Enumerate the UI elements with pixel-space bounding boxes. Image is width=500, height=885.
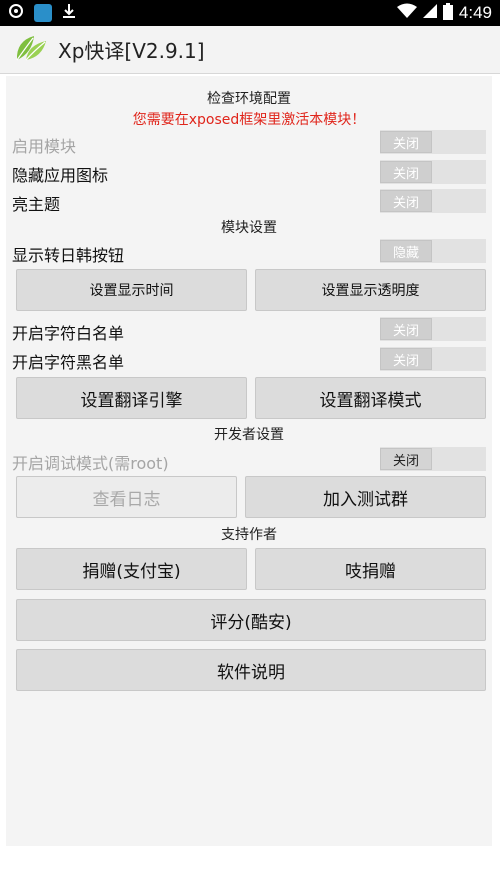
rate-coolapk-button[interactable]: 评分(酷安) — [16, 599, 486, 641]
manual-button[interactable]: 软件说明 — [16, 649, 486, 691]
toggle-knob: 关闭 — [380, 448, 432, 470]
leaf-logo-icon — [14, 33, 48, 67]
set-translation-mode-button[interactable]: 设置翻译模式 — [255, 377, 486, 419]
section-title-env: 检查环境配置 — [207, 91, 291, 107]
show-jk-button-label: 显示转日韩按钮 — [12, 246, 125, 265]
hide-icon-label: 隐藏应用图标 — [12, 166, 109, 185]
light-theme-toggle[interactable]: 关闭 — [380, 189, 486, 213]
show-jk-button-toggle[interactable]: 隐藏 — [380, 239, 486, 263]
settings-ring-icon — [8, 3, 24, 23]
toggle-knob: 关闭 — [380, 190, 432, 212]
signal-icon — [422, 3, 437, 23]
warning-message: 您需要在xposed框架里激活本模块！ — [132, 112, 366, 128]
blacklist-label: 开启字符黑名单 — [12, 353, 125, 372]
blacklist-toggle[interactable]: 关闭 — [380, 347, 486, 371]
donate-other-button[interactable]: 吱捐赠 — [255, 548, 486, 590]
join-test-group-button[interactable]: 加入测试群 — [245, 476, 486, 518]
enable-module-label: 启用模块 — [12, 137, 77, 156]
debug-mode-label: 开启调试模式(需root) — [12, 454, 169, 473]
section-title-support: 支持作者 — [221, 527, 277, 543]
status-time: 4:49 — [458, 3, 492, 22]
set-translation-engine-button[interactable]: 设置翻译引擎 — [16, 377, 247, 419]
section-title-module: 模块设置 — [221, 220, 277, 236]
whitelist-label: 开启字符白名单 — [12, 324, 125, 343]
battery-icon — [442, 2, 453, 24]
toggle-knob: 关闭 — [380, 348, 432, 370]
section-title-dev: 开发者设置 — [214, 427, 284, 443]
toggle-knob: 关闭 — [380, 318, 432, 340]
set-display-time-button[interactable]: 设置显示时间 — [16, 269, 247, 311]
app-title: Xp快译[V2.9.1] — [58, 39, 205, 63]
app-notification-icon — [34, 4, 52, 22]
hide-icon-toggle[interactable]: 关闭 — [380, 160, 486, 184]
set-display-opacity-button[interactable]: 设置显示透明度 — [255, 269, 486, 311]
toggle-knob: 关闭 — [380, 131, 432, 153]
toggle-knob: 关闭 — [380, 161, 432, 183]
download-icon — [62, 3, 76, 23]
whitelist-toggle[interactable]: 关闭 — [380, 317, 486, 341]
enable-module-toggle[interactable]: 关闭 — [380, 130, 486, 154]
donate-alipay-button[interactable]: 捐赠(支付宝) — [16, 548, 247, 590]
wifi-icon — [396, 3, 417, 23]
toggle-knob: 隐藏 — [380, 240, 432, 262]
debug-mode-toggle[interactable]: 关闭 — [380, 447, 486, 471]
action-bar: Xp快译[V2.9.1] — [0, 26, 500, 74]
light-theme-label: 亮主题 — [12, 195, 61, 214]
view-log-button[interactable]: 查看日志 — [16, 476, 237, 518]
status-bar: 4:49 — [0, 0, 500, 26]
settings-panel: 检查环境配置 您需要在xposed框架里激活本模块！ 启用模块 关闭 隐藏应用图… — [6, 76, 492, 846]
